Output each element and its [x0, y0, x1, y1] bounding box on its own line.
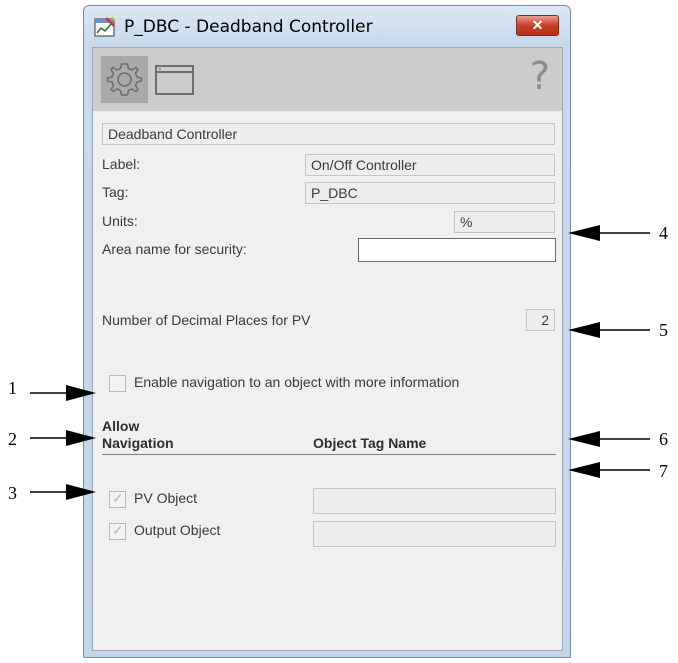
callout-3: 3 — [8, 483, 17, 503]
callout-4-arrow — [568, 225, 650, 241]
callout-5-arrow — [568, 322, 650, 338]
pv-object-tag-field[interactable] — [313, 488, 556, 514]
gear-icon — [106, 63, 143, 96]
pv-object-checkbox[interactable] — [109, 490, 126, 508]
enable-navigation-checkbox[interactable] — [109, 375, 126, 392]
callout-6: 6 — [659, 429, 668, 449]
description-field[interactable]: Deadband Controller — [102, 123, 555, 145]
allow-navigation-header-line2: Navigation — [102, 435, 174, 451]
tag-caption: Tag: — [102, 184, 129, 200]
tag-field[interactable]: P_DBC — [305, 182, 555, 204]
header-divider — [102, 454, 556, 455]
pv-object-label: PV Object — [134, 490, 198, 506]
window-tab[interactable] — [151, 56, 198, 103]
enable-navigation-label: Enable navigation to an object with more… — [134, 374, 460, 390]
callout-7: 7 — [659, 461, 668, 481]
callout-2: 2 — [8, 429, 17, 449]
callout-2-arrow — [30, 430, 96, 446]
window-title: P_DBC - Deadband Controller — [124, 17, 373, 37]
app-icon — [94, 16, 116, 37]
callout-3-arrow — [30, 484, 96, 500]
label-field[interactable]: On/Off Controller — [305, 154, 555, 176]
decimal-places-caption: Number of Decimal Places for PV — [102, 312, 311, 328]
callout-1-arrow — [30, 385, 96, 401]
units-field[interactable]: % — [454, 211, 555, 233]
title-bar[interactable]: P_DBC - Deadband Controller ✕ — [84, 6, 570, 46]
faceplate-window: P_DBC - Deadband Controller ✕ ? Deadband… — [83, 5, 571, 658]
close-icon: ✕ — [531, 17, 544, 33]
callout-1: 1 — [8, 378, 17, 398]
object-tag-name-header: Object Tag Name — [313, 435, 427, 451]
allow-navigation-header: Allow Navigation — [102, 418, 174, 452]
area-caption: Area name for security: — [102, 241, 247, 257]
output-object-label: Output Object — [134, 522, 221, 538]
close-button[interactable]: ✕ — [516, 15, 559, 36]
help-icon[interactable]: ? — [530, 54, 550, 98]
configuration-tab[interactable] — [101, 56, 148, 103]
callout-4: 4 — [659, 223, 668, 243]
callout-5: 5 — [659, 320, 668, 340]
decimal-places-field[interactable]: 2 — [526, 309, 555, 331]
area-security-input[interactable] — [358, 238, 556, 262]
label-caption: Label: — [102, 156, 141, 172]
output-object-tag-field[interactable] — [313, 521, 556, 547]
output-object-checkbox[interactable] — [109, 522, 126, 540]
faceplate-body: ? Deadband Controller Label: On/Off Cont… — [92, 47, 563, 651]
units-caption: Units: — [102, 213, 138, 229]
faceplate-toolbar: ? — [93, 48, 562, 111]
window-icon — [155, 65, 194, 95]
callout-6-arrow — [568, 431, 650, 447]
allow-navigation-header-line1: Allow — [102, 418, 140, 434]
callout-7-arrow — [568, 462, 650, 478]
